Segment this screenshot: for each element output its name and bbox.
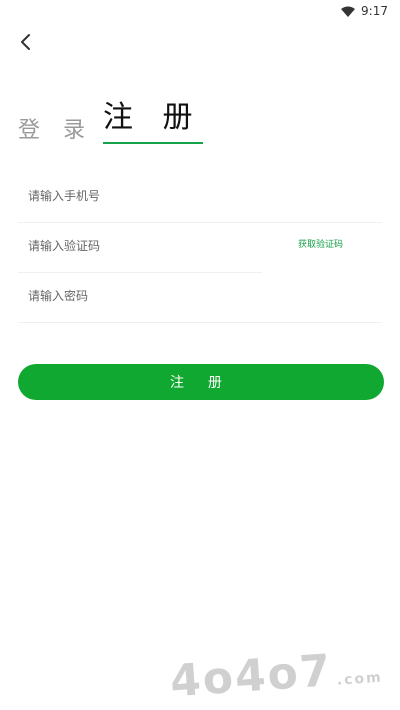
password-field-row	[18, 270, 400, 323]
status-bar: 9:17	[0, 0, 400, 24]
wifi-icon	[341, 6, 356, 17]
back-button[interactable]	[14, 30, 38, 54]
verification-code-row	[18, 220, 282, 273]
watermark-text: 4o4o7	[168, 645, 334, 708]
auth-tabs: 登 录 注 册	[18, 92, 203, 144]
status-time: 9:17	[361, 4, 388, 18]
site-watermark: 4o4o7 .com	[168, 642, 384, 708]
get-code-button[interactable]: 获取验证码	[298, 237, 343, 250]
tab-register[interactable]: 注 册	[103, 92, 203, 144]
chevron-left-icon	[21, 34, 30, 50]
register-button[interactable]: 注 册	[18, 364, 384, 400]
status-right: 9:17	[341, 4, 388, 18]
tab-login[interactable]: 登 录	[18, 112, 93, 144]
verification-code-input[interactable]	[18, 220, 282, 272]
phone-field-row	[18, 170, 400, 223]
watermark-suffix: .com	[336, 669, 384, 689]
password-input[interactable]	[18, 270, 400, 322]
phone-input[interactable]	[18, 170, 400, 222]
